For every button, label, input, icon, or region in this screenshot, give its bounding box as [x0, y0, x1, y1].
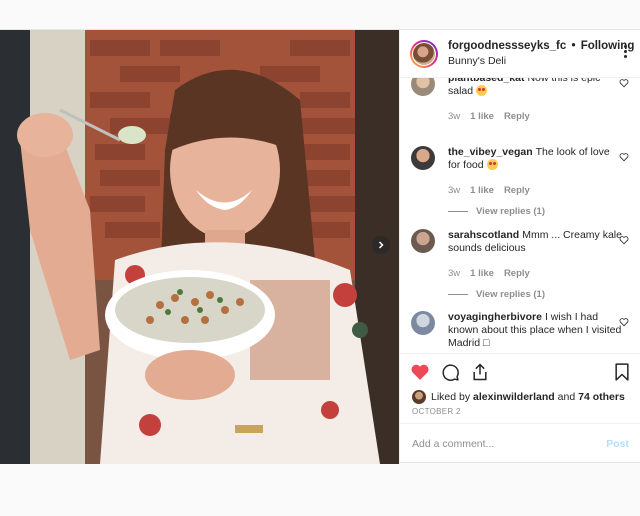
header-separator: •: [571, 39, 576, 52]
post-header: forgoodnessseyks_fc • Following Bunny's …: [400, 30, 640, 78]
comment-likes[interactable]: 1 like: [470, 267, 494, 280]
comment-item: sarahscotland Mmm ... Creamy kale sounds …: [400, 229, 640, 301]
comment-username[interactable]: the_vibey_vegan: [448, 146, 533, 158]
commenter-avatar[interactable]: [411, 146, 435, 170]
post-side-panel: forgoodnessseyks_fc • Following Bunny's …: [399, 30, 640, 464]
heart-icon[interactable]: [619, 152, 629, 162]
post-frame: forgoodnessseyks_fc • Following Bunny's …: [0, 29, 640, 464]
comment-age: 3w: [448, 268, 461, 279]
comment-item: voyagingherbivore I wish I had known abou…: [400, 311, 640, 350]
view-replies-label: View replies (1): [476, 206, 545, 217]
post-location[interactable]: Bunny's Deli: [448, 55, 634, 68]
commenter-avatar[interactable]: [411, 311, 435, 335]
likes-joiner: and: [557, 391, 576, 403]
next-photo-button[interactable]: [372, 236, 390, 254]
likes-prefix: Liked by: [431, 391, 471, 403]
comment-icon[interactable]: [440, 362, 460, 382]
heart-icon[interactable]: [619, 317, 629, 327]
more-options-icon[interactable]: [618, 45, 632, 58]
comments-list[interactable]: plantbased_kat Now this is epic salad 3w …: [400, 78, 640, 353]
heart-eyes-emoji-icon: [476, 85, 488, 96]
add-comment-bar: Post: [400, 423, 640, 464]
comment-likes[interactable]: 1 like: [470, 110, 494, 123]
heart-eyes-emoji-icon: [486, 159, 498, 170]
commenter-avatar[interactable]: [411, 229, 435, 253]
liker-username[interactable]: alexinwilderland: [473, 391, 555, 403]
comment-username[interactable]: plantbased_kat: [448, 78, 524, 84]
likes-summary: Liked by alexinwilderland and 74 others: [412, 390, 625, 404]
chevron-right-icon: [378, 241, 384, 249]
heart-icon[interactable]: [619, 235, 629, 245]
share-icon[interactable]: [470, 362, 490, 382]
comment-item: plantbased_kat Now this is epic salad 3w …: [400, 78, 640, 123]
post-comment-button[interactable]: Post: [606, 438, 629, 450]
author-avatar[interactable]: [410, 39, 438, 68]
post-date[interactable]: OCTOBER 2: [412, 407, 461, 416]
reply-button[interactable]: Reply: [504, 184, 530, 197]
post-photo[interactable]: [0, 30, 399, 464]
view-replies-label: View replies (1): [476, 289, 545, 300]
liker-avatar[interactable]: [412, 390, 426, 404]
comment-username[interactable]: voyagingherbivore: [448, 311, 542, 323]
comment-age: 3w: [448, 185, 461, 196]
view-replies-button[interactable]: View replies (1): [448, 288, 623, 301]
commenter-avatar[interactable]: [411, 78, 435, 96]
likes-others-link[interactable]: 74 others: [578, 391, 625, 403]
heart-icon[interactable]: [410, 362, 430, 382]
bookmark-icon[interactable]: [612, 362, 632, 382]
post-actions-bar: [400, 353, 640, 389]
author-username[interactable]: forgoodnessseyks_fc: [448, 40, 566, 52]
comment-input[interactable]: [412, 438, 607, 450]
reply-button[interactable]: Reply: [504, 267, 530, 280]
comment-item: the_vibey_vegan The look of love for food…: [400, 146, 640, 218]
reply-button[interactable]: Reply: [504, 110, 530, 123]
comment-age: 3w: [448, 111, 461, 122]
comment-username[interactable]: sarahscotland: [448, 229, 519, 241]
view-replies-button[interactable]: View replies (1): [448, 205, 623, 218]
heart-icon[interactable]: [619, 78, 629, 88]
comment-likes[interactable]: 1 like: [470, 184, 494, 197]
